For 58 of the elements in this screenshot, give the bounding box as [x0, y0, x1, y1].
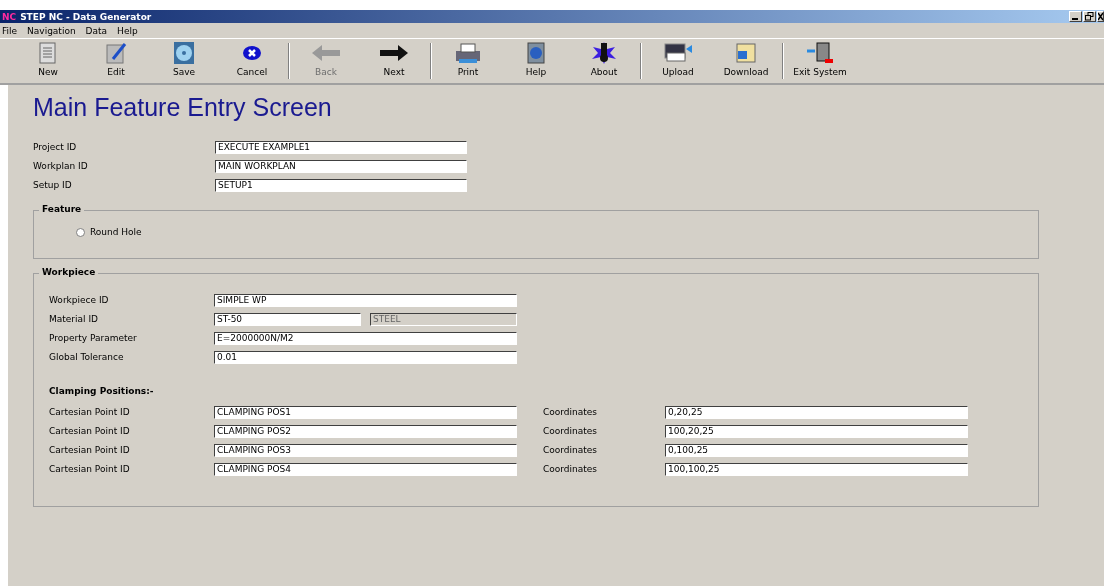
input-field[interactable]: 100,100,25: [665, 462, 968, 476]
field-label: Cartesian Point ID: [49, 407, 131, 417]
input-field[interactable]: CLAMPING POS2: [214, 424, 517, 438]
toolbar-button[interactable]: New: [14, 39, 82, 83]
toolbar-button[interactable]: About: [570, 39, 638, 83]
radio-option[interactable]: Round Hole: [76, 227, 142, 237]
field-label: Workplan ID: [33, 161, 89, 171]
input-field[interactable]: SIMPLE WP: [214, 293, 517, 307]
close-button[interactable]: [1097, 11, 1104, 22]
app-logo: NC: [2, 11, 17, 22]
field-label: Project ID: [33, 142, 78, 152]
input-field[interactable]: 100,20,25: [665, 424, 968, 438]
input-field[interactable]: CLAMPING POS1: [214, 405, 517, 419]
screen-heading: Main Feature Entry Screen: [33, 93, 333, 122]
field-label: Coordinates: [543, 407, 599, 417]
field-label: Coordinates: [543, 464, 599, 474]
input-field[interactable]: CLAMPING POS4: [214, 462, 517, 476]
input-field[interactable]: SETUP1: [215, 178, 467, 192]
group-title: Feature: [39, 204, 85, 214]
input-field[interactable]: MAIN WORKPLAN: [215, 159, 467, 173]
field-label: Cartesian Point ID: [49, 445, 131, 455]
toolbar-button[interactable]: Edit: [82, 39, 150, 83]
input-field[interactable]: CLAMPING POS3: [214, 443, 517, 457]
minimize-button[interactable]: [1069, 11, 1082, 22]
input-field[interactable]: 0.01: [214, 350, 517, 364]
toolbar-button[interactable]: Upload: [644, 39, 712, 83]
menu-item[interactable]: Navigation: [27, 25, 76, 36]
input-field[interactable]: 0,20,25: [665, 405, 968, 419]
window-title: STEP NC - Data Generator: [20, 11, 152, 22]
field-label: Cartesian Point ID: [49, 426, 131, 436]
input-field[interactable]: ST-50: [214, 312, 361, 326]
toolbar-button[interactable]: Download: [712, 39, 780, 83]
restore-button[interactable]: [1083, 11, 1096, 22]
input-field[interactable]: 0,100,25: [665, 443, 968, 457]
menu-item[interactable]: Help: [117, 25, 138, 36]
input-field[interactable]: E=2000000N/M2: [214, 331, 517, 345]
toolbar-button[interactable]: Cancel: [218, 39, 286, 83]
toolbar-button[interactable]: Next: [360, 39, 428, 83]
menu-item[interactable]: File: [2, 25, 18, 36]
field-label: Workpiece ID: [49, 295, 110, 305]
toolbar-button[interactable]: Help: [502, 39, 570, 83]
toolbar-button[interactable]: Save: [150, 39, 218, 83]
input-field[interactable]: EXECUTE EXAMPLE1: [215, 140, 467, 154]
menu-item[interactable]: Data: [85, 25, 108, 36]
restore-icon: [1085, 12, 1094, 21]
close-icon: [1098, 12, 1103, 21]
field-label: Global Tolerance: [49, 352, 125, 362]
field-label: Coordinates: [543, 445, 599, 455]
field-label: Property Parameter: [49, 333, 138, 343]
section-title: Clamping Positions:-: [49, 386, 155, 396]
field-label: Coordinates: [543, 426, 599, 436]
toolbar-button[interactable]: Print: [434, 39, 502, 83]
field-label: Material ID: [49, 314, 99, 324]
field-label: Setup ID: [33, 180, 73, 190]
upload-icon: [661, 41, 695, 65]
field-label: Cartesian Point ID: [49, 464, 131, 474]
toolbar-button[interactable]: Exit System: [786, 39, 854, 83]
group-title: Workpiece: [39, 267, 99, 277]
